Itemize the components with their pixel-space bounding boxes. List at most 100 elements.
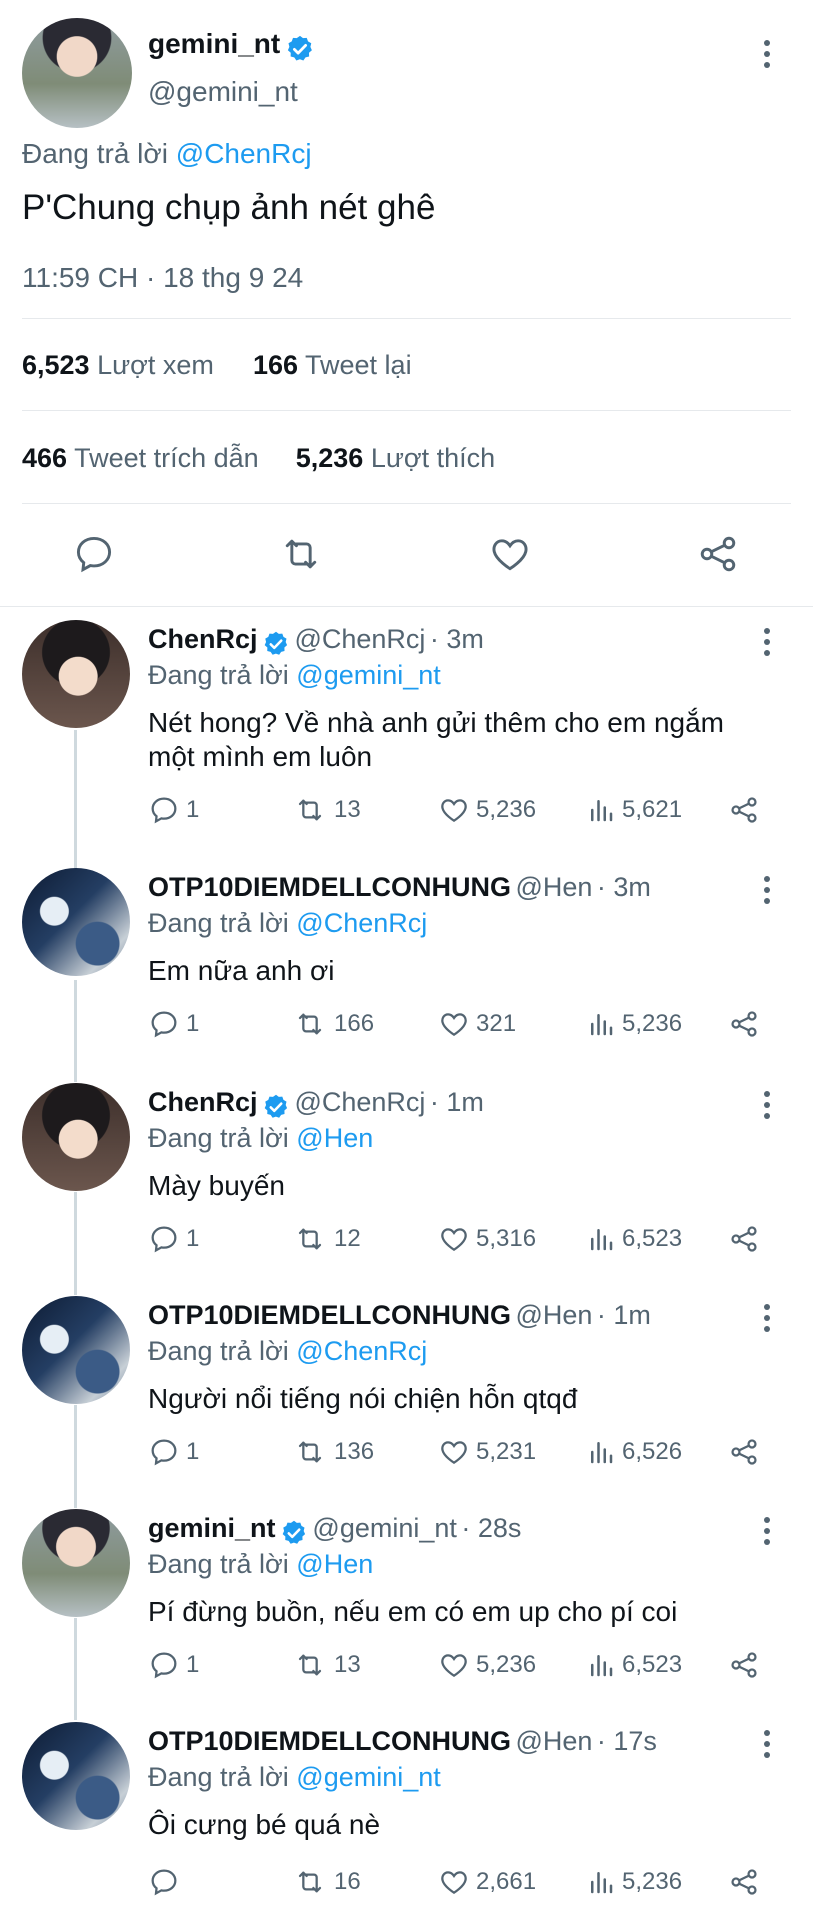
reply-tweet[interactable]: gemini_nt @gemini_nt · 28s Đang trả lời … (0, 1503, 813, 1683)
reply-tweet[interactable]: ChenRcj @ChenRcj · 3m Đang trả lời @gemi… (0, 614, 813, 826)
reply-to-link[interactable]: @Hen (296, 1549, 373, 1579)
main-tweet-avatar[interactable] (22, 18, 132, 128)
more-options-icon[interactable] (762, 1517, 772, 1550)
reply-button[interactable]: 1 (148, 1436, 199, 1468)
like-button[interactable]: 5,231 (438, 1436, 536, 1468)
retweet-button[interactable] (278, 532, 324, 581)
reply-author-handle[interactable]: @Hen (515, 1300, 592, 1330)
analytics-icon (591, 1655, 613, 1677)
more-options-icon[interactable] (762, 1304, 772, 1337)
verified-badge-icon (287, 35, 312, 61)
like-button[interactable]: 5,236 (438, 794, 536, 826)
reply-avatar[interactable] (22, 620, 130, 728)
reply-author-handle[interactable]: @gemini_nt (312, 1513, 456, 1543)
retweet-icon (298, 1441, 322, 1463)
reply-button[interactable]: 1 (148, 794, 199, 826)
reply-author-name[interactable]: gemini_nt (148, 1513, 276, 1543)
retweet-icon (298, 1871, 322, 1893)
share-button[interactable] (728, 1008, 760, 1040)
reply-button[interactable]: 1 (148, 1649, 199, 1681)
main-tweet-author[interactable]: gemini_nt (148, 28, 315, 64)
reply-to-link[interactable]: @ChenRcj (176, 138, 312, 169)
quotes-stat[interactable]: 466 Tweet trích dẫn (22, 443, 259, 473)
share-button[interactable] (696, 532, 740, 581)
retweet-button[interactable]: 16 (292, 1866, 361, 1898)
like-button[interactable]: 5,236 (438, 1649, 536, 1681)
like-button[interactable]: 5,316 (438, 1223, 536, 1255)
like-button[interactable]: 321 (438, 1008, 516, 1040)
reply-time[interactable]: · 3m (430, 624, 484, 654)
views-button[interactable]: 6,523 (586, 1223, 682, 1255)
retweet-button[interactable]: 136 (292, 1436, 374, 1468)
reply-prefix: Đang trả lời (148, 1336, 289, 1366)
reply-button[interactable] (148, 1866, 186, 1898)
views-button[interactable]: 5,236 (586, 1008, 682, 1040)
reply-author-handle[interactable]: @Hen (515, 872, 592, 902)
more-options-icon[interactable] (762, 40, 772, 73)
reply-tweet[interactable]: OTP10DIEMDELLCONHUNG @Hen · 3m Đang trả … (0, 862, 813, 1042)
more-options-icon[interactable] (762, 628, 772, 661)
reply-avatar[interactable] (22, 868, 130, 976)
share-button[interactable] (728, 1223, 760, 1255)
reply-to-link[interactable]: @ChenRcj (296, 1336, 427, 1366)
reply-author-handle[interactable]: @ChenRcj (294, 1087, 425, 1117)
retweet-icon (285, 539, 317, 569)
reply-tweet[interactable]: OTP10DIEMDELLCONHUNG @Hen · 17s Đang trả… (0, 1716, 813, 1912)
reply-time[interactable]: · 3m (597, 872, 651, 902)
reply-time[interactable]: · 1m (430, 1087, 484, 1117)
reply-author-handle[interactable]: @ChenRcj (294, 624, 425, 654)
reply-to-link[interactable]: @Hen (296, 1123, 373, 1153)
retweet-count: 13 (334, 1651, 361, 1678)
reply-author-name[interactable]: OTP10DIEMDELLCONHUNG (148, 1300, 511, 1330)
reply-author-name[interactable]: OTP10DIEMDELLCONHUNG (148, 872, 511, 902)
views-button[interactable]: 6,523 (586, 1649, 682, 1681)
views-stat[interactable]: 6,523 Lượt xem (22, 350, 214, 380)
like-button[interactable] (488, 532, 532, 581)
main-tweet-reply-context: Đang trả lời @ChenRcj (22, 138, 312, 170)
reply-avatar[interactable] (22, 1296, 130, 1404)
reply-prefix: Đang trả lời (22, 138, 168, 169)
likes-stat[interactable]: 5,236 Lượt thích (296, 443, 495, 473)
reply-author-handle[interactable]: @Hen (515, 1726, 592, 1756)
view-count: 5,236 (622, 1010, 683, 1037)
analytics-icon (591, 1872, 613, 1894)
share-button[interactable] (728, 1436, 760, 1468)
reply-context: Đang trả lời @Hen (148, 1123, 373, 1154)
reply-author-name[interactable]: ChenRcj (148, 1087, 258, 1117)
reply-author-name[interactable]: ChenRcj (148, 624, 258, 654)
reply-time[interactable]: · 28s (461, 1513, 521, 1543)
share-button[interactable] (728, 1866, 760, 1898)
reply-button[interactable] (72, 532, 116, 581)
main-tweet-timestamp[interactable]: 11:59 CH · 18 thg 9 24 (22, 262, 303, 294)
reply-button[interactable]: 1 (148, 1008, 199, 1040)
reply-header: gemini_nt @gemini_nt · 28s (148, 1513, 521, 1547)
reply-author-name[interactable]: OTP10DIEMDELLCONHUNG (148, 1726, 511, 1756)
reply-time[interactable]: · 1m (597, 1300, 651, 1330)
retweet-button[interactable]: 166 (292, 1008, 374, 1040)
more-options-icon[interactable] (762, 876, 772, 909)
reply-to-link[interactable]: @ChenRcj (296, 908, 427, 938)
reply-avatar[interactable] (22, 1722, 130, 1830)
views-button[interactable]: 5,621 (586, 794, 682, 826)
share-button[interactable] (728, 794, 760, 826)
views-button[interactable]: 5,236 (586, 1866, 682, 1898)
reply-avatar[interactable] (22, 1083, 130, 1191)
main-tweet-name[interactable]: gemini_nt (148, 28, 280, 59)
reply-tweet[interactable]: ChenRcj @ChenRcj · 1m Đang trả lời @Hen … (0, 1077, 813, 1257)
reply-time[interactable]: · 17s (597, 1726, 657, 1756)
share-button[interactable] (728, 1649, 760, 1681)
retweets-stat[interactable]: 166 Tweet lại (253, 350, 412, 380)
more-options-icon[interactable] (762, 1730, 772, 1763)
reply-tweet[interactable]: OTP10DIEMDELLCONHUNG @Hen · 1m Đang trả … (0, 1290, 813, 1470)
retweet-button[interactable]: 13 (292, 794, 361, 826)
more-options-icon[interactable] (762, 1091, 772, 1124)
like-button[interactable]: 2,661 (438, 1866, 536, 1898)
reply-to-link[interactable]: @gemini_nt (296, 1762, 440, 1792)
views-button[interactable]: 6,526 (586, 1436, 682, 1468)
reply-avatar[interactable] (22, 1509, 130, 1617)
reply-button[interactable]: 1 (148, 1223, 199, 1255)
reply-to-link[interactable]: @gemini_nt (296, 660, 440, 690)
retweet-button[interactable]: 12 (292, 1223, 361, 1255)
retweet-button[interactable]: 13 (292, 1649, 361, 1681)
main-tweet-handle[interactable]: @gemini_nt (148, 76, 298, 108)
